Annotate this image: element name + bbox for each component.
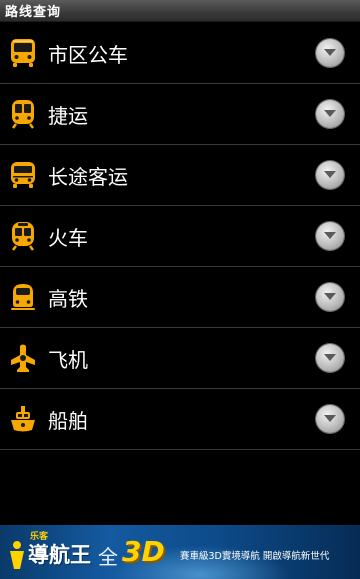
brand-name: 導航王: [28, 543, 91, 567]
brand-quan: 全: [98, 545, 118, 569]
chevron-down-icon[interactable]: [316, 222, 344, 250]
brand-3d: 3D: [122, 535, 165, 568]
metro-icon: [8, 98, 38, 130]
airplane-icon: [8, 342, 38, 374]
list-item-coach[interactable]: 长途客运: [0, 145, 360, 206]
list-item-label: 长途客运: [48, 164, 128, 189]
chevron-down-icon[interactable]: [316, 161, 344, 189]
ad-banner[interactable]: 乐客 導航王 全 3D 賽車級3D實境導航 開啟導航新世代: [0, 525, 360, 579]
coach-icon: [8, 159, 38, 191]
chevron-down-icon[interactable]: [316, 405, 344, 433]
chevron-down-icon[interactable]: [316, 100, 344, 128]
brand-logo-icon: [6, 539, 28, 571]
bus-icon: [8, 37, 38, 69]
chevron-down-icon[interactable]: [316, 344, 344, 372]
title-bar: 路线查询: [0, 0, 360, 22]
list-item-metro[interactable]: 捷运: [0, 84, 360, 145]
list-item-ship[interactable]: 船舶: [0, 389, 360, 450]
train-icon: [8, 220, 38, 252]
chevron-down-icon[interactable]: [316, 283, 344, 311]
list-item-high-speed-rail[interactable]: 高铁: [0, 267, 360, 328]
list-item-label: 捷运: [48, 103, 88, 128]
transport-list: 市区公车 捷运 长途客运 火车 高铁 飞机 船舶: [0, 23, 360, 450]
list-item-airplane[interactable]: 飞机: [0, 328, 360, 389]
route-query-screen: 路线查询 市区公车 捷运 长途客运 火车 高铁 飞机 船舶 乐客 導航王 全 3…: [0, 0, 360, 579]
page-title: 路线查询: [5, 5, 62, 20]
list-item-label: 船舶: [48, 408, 88, 433]
ship-icon: [8, 403, 38, 435]
list-item-label: 飞机: [48, 347, 88, 372]
list-item-label: 市区公车: [48, 42, 128, 67]
list-item-label: 高铁: [48, 286, 88, 311]
list-item-train[interactable]: 火车: [0, 206, 360, 267]
banner-tagline: 賽車級3D實境導航 開啟導航新世代: [180, 551, 330, 562]
list-item-city-bus[interactable]: 市区公车: [0, 23, 360, 84]
chevron-down-icon[interactable]: [316, 39, 344, 67]
high-speed-rail-icon: [8, 281, 38, 313]
list-item-label: 火车: [48, 225, 88, 250]
